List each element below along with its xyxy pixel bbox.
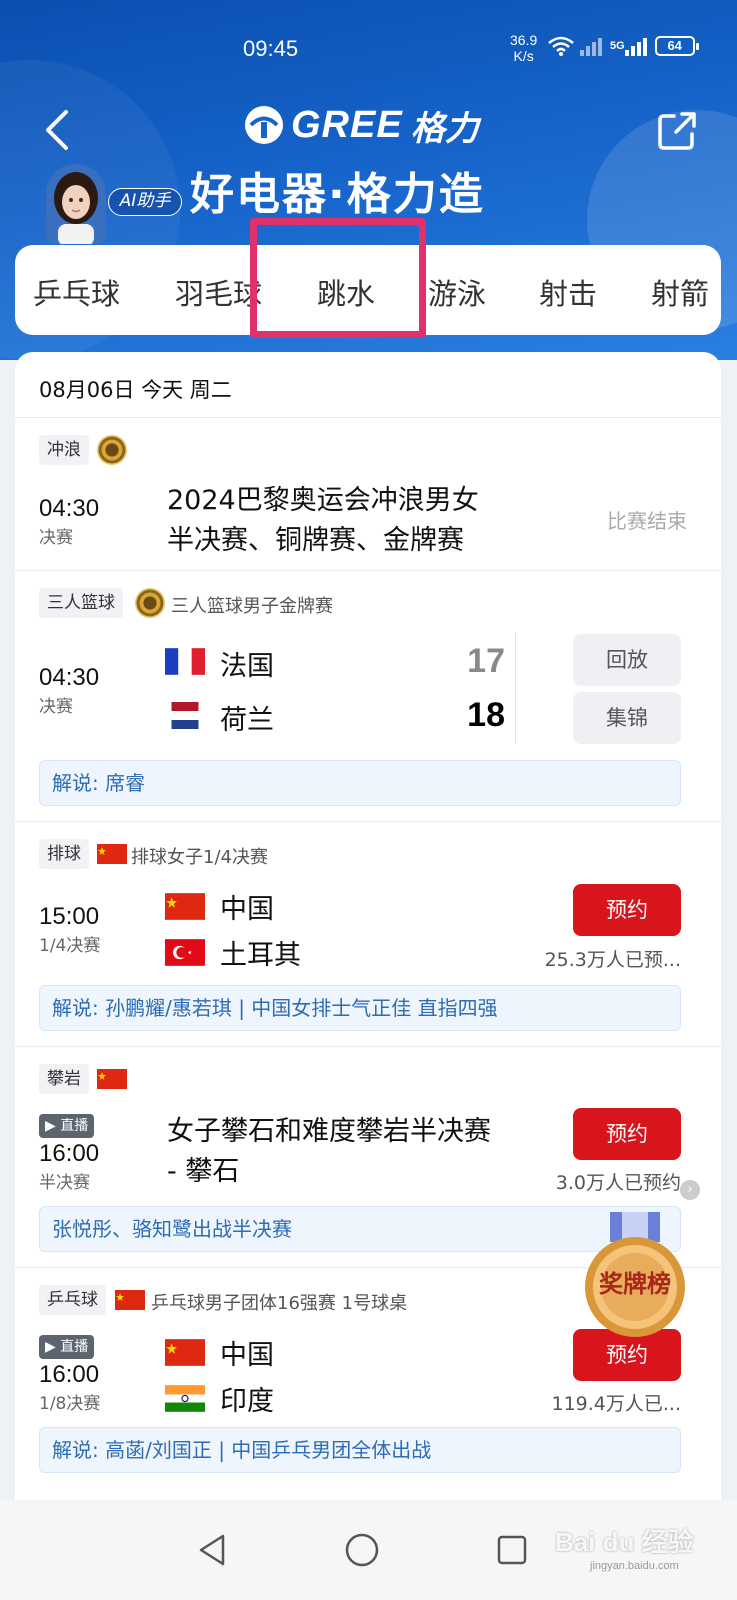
date-bar: 08月06日 今天 周二: [15, 352, 721, 418]
commentary-bar[interactable]: 解说: 高菡/刘国正 | 中国乒乓男团全体出战: [39, 1427, 681, 1473]
china-flag-icon: [97, 1069, 127, 1089]
sport-tag: 三人篮球: [39, 588, 123, 618]
match-stage: 决赛: [39, 697, 73, 717]
tab-table-tennis[interactable]: 乒乓球: [33, 271, 120, 313]
match-title: 女子攀石和难度攀岩半决赛 - 攀石: [167, 1116, 491, 1187]
sport-tag: 排球: [39, 839, 89, 869]
team-name: 印度: [220, 1386, 274, 1417]
match-subtitle: 排球女子1/4决赛: [131, 847, 268, 868]
reserve-button[interactable]: 预约: [573, 1108, 681, 1160]
battery-icon: 64: [654, 36, 699, 56]
china-flag-icon: [165, 1339, 205, 1366]
match-time: 16:00: [39, 1140, 100, 1167]
tab-archery[interactable]: 射箭: [651, 271, 709, 313]
net-speed: 36.9 K/s: [510, 32, 538, 64]
india-flag-icon: [165, 1385, 205, 1412]
sport-tag: 攀岩: [39, 1064, 89, 1094]
status-bar: 09:45 36.9 K/s 5G 64: [0, 0, 737, 90]
match-status: 比赛结束: [607, 509, 687, 533]
team-name: 土耳其: [220, 940, 301, 971]
replay-button[interactable]: 回放: [573, 634, 681, 686]
watermark-url: jingyan.baidu.com: [590, 1560, 679, 1572]
match-stage: 决赛: [39, 528, 73, 548]
team-name: 中国: [220, 894, 274, 925]
signal-icon: [624, 38, 647, 56]
match-time: 04:30: [39, 495, 100, 522]
gold-medal-icon: [135, 588, 165, 618]
netherlands-flag-icon: [171, 702, 199, 729]
ai-assistant-button[interactable]: AI助手: [108, 188, 182, 216]
nav-home-icon[interactable]: [342, 1530, 382, 1570]
date-label: 08月06日 今天 周二: [39, 378, 232, 402]
tab-shooting[interactable]: 射击: [539, 271, 597, 313]
chevron-right-icon[interactable]: ›: [680, 1180, 700, 1200]
china-flag-icon: [97, 844, 127, 864]
match-time: 16:00: [39, 1361, 100, 1388]
live-badge: ▶ 直播: [39, 1114, 95, 1138]
france-flag-icon: [165, 648, 205, 675]
status-time: 09:45: [243, 36, 299, 61]
slogan: 好电器·格力造: [190, 169, 485, 220]
team-name: 中国: [220, 1340, 274, 1371]
team-score: 18: [467, 696, 505, 734]
gree-logo: GREE 格力: [243, 100, 479, 150]
match-title: 2024巴黎奥运会冲浪男女 半决赛、铜牌赛、金牌赛: [167, 485, 479, 556]
highlights-button[interactable]: 集锦: [573, 692, 681, 744]
match-time: 04:30: [39, 664, 100, 691]
sport-tag: 乒乓球: [39, 1285, 106, 1315]
highlight-box: [250, 218, 426, 338]
match-stage: 半决赛: [39, 1173, 90, 1193]
commentary-bar[interactable]: 解说: 席睿: [39, 760, 681, 806]
team-name: 法国: [220, 651, 274, 682]
china-flag-icon: [165, 893, 205, 920]
match-subtitle: 三人篮球男子金牌赛: [171, 596, 333, 617]
commentary-bar[interactable]: 解说: 孙鹏耀/惠若琪 | 中国女排士气正佳 直指四强: [39, 985, 681, 1031]
tab-swimming[interactable]: 游泳: [428, 271, 486, 313]
back-icon[interactable]: [38, 106, 78, 154]
match-time: 15:00: [39, 903, 100, 930]
match-stage: 1/4决赛: [39, 936, 101, 956]
medal-board-button[interactable]: 奖牌榜: [580, 1212, 690, 1342]
watermark: Bai du 经验: [555, 1527, 694, 1557]
team-name: 荷兰: [220, 705, 274, 736]
match-item[interactable]: 排球 排球女子1/4决赛 15:00 1/4决赛 中国 土耳其 预约 25.3万…: [15, 823, 721, 1047]
network-type: 5G: [610, 40, 625, 52]
gree-logo-icon: [245, 106, 283, 144]
reserve-count: 119.4万人已...: [551, 1393, 681, 1415]
nav-recents-icon[interactable]: [492, 1530, 532, 1570]
nav-back-icon[interactable]: [193, 1530, 233, 1570]
sport-tag: 冲浪: [39, 435, 89, 465]
wifi-icon: [548, 36, 574, 56]
match-stage: 1/8决赛: [39, 1394, 101, 1414]
reserve-button[interactable]: 预约: [573, 884, 681, 936]
live-badge: ▶ 直播: [39, 1335, 95, 1359]
share-icon[interactable]: [654, 108, 700, 154]
match-subtitle: 乒乓球男子团体16强赛 1号球桌: [151, 1293, 408, 1314]
status-icons: 5G 64: [548, 36, 699, 56]
reserve-count: 25.3万人已预...: [544, 949, 681, 971]
china-flag-icon: [115, 1290, 145, 1310]
reserve-count: 3.0万人已预约: [555, 1172, 681, 1194]
ai-assistant-avatar[interactable]: [46, 164, 106, 244]
medal-board-label: 奖牌榜: [599, 1270, 671, 1298]
signal-icon: [580, 38, 602, 56]
match-item[interactable]: 三人篮球 三人篮球男子金牌赛 04:30 决赛 法国 17 荷兰 18 回放 集…: [15, 572, 721, 822]
turkey-flag-icon: [165, 939, 205, 966]
tab-badminton[interactable]: 羽毛球: [175, 271, 262, 313]
match-item[interactable]: 冲浪 04:30 决赛 2024巴黎奥运会冲浪男女 半决赛、铜牌赛、金牌赛 比赛…: [15, 419, 721, 571]
divider: [515, 632, 516, 744]
gold-medal-icon: [97, 435, 127, 465]
avatar-icon: [46, 164, 106, 244]
team-score: 17: [467, 642, 505, 680]
